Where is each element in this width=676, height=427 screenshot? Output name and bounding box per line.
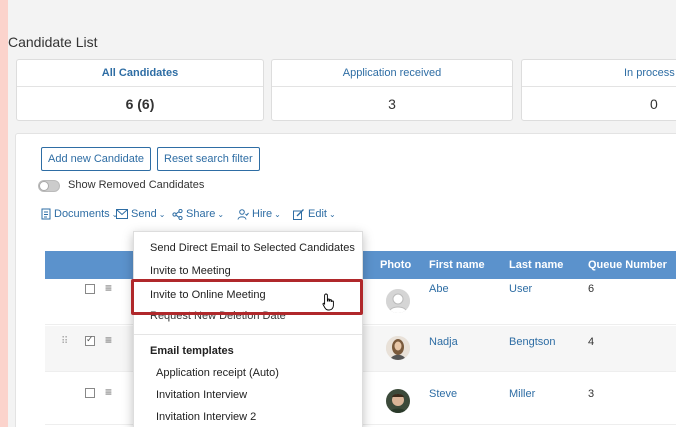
column-header-first-name[interactable]: First name bbox=[429, 259, 485, 271]
default-avatar-icon bbox=[386, 289, 410, 313]
stat-value: 6 (6) bbox=[125, 96, 155, 112]
first-name-cell[interactable]: Steve bbox=[429, 388, 457, 400]
row-menu-icon[interactable]: ≡ bbox=[105, 333, 112, 347]
queue-number-cell: 4 bbox=[588, 336, 595, 348]
app-frame: Candidate List All Candidates 6 (6) Appl… bbox=[8, 0, 676, 427]
document-icon bbox=[41, 208, 51, 220]
photo-avatar-icon bbox=[386, 336, 410, 360]
stat-card-all-candidates[interactable]: All Candidates 6 (6) bbox=[16, 59, 264, 121]
hire-label: Hire bbox=[252, 208, 273, 220]
send-menu[interactable]: Send ⌄ bbox=[116, 208, 165, 220]
documents-label: Documents bbox=[54, 208, 110, 220]
chevron-down-icon: ⌄ bbox=[328, 209, 336, 219]
toggle-knob bbox=[39, 181, 49, 191]
menu-item-send-direct-email[interactable]: Send Direct Email to Selected Candidates bbox=[150, 242, 355, 254]
stat-value: 3 bbox=[388, 96, 396, 112]
email-templates-header: Email templates bbox=[150, 345, 234, 357]
column-header-last-name[interactable]: Last name bbox=[509, 259, 563, 271]
hand-cursor-icon bbox=[322, 293, 334, 311]
send-label: Send bbox=[131, 208, 157, 220]
stat-card-in-process[interactable]: In process 0 bbox=[521, 59, 676, 121]
edit-menu[interactable]: Edit ⌄ bbox=[293, 208, 336, 220]
row-menu-icon[interactable]: ≡ bbox=[105, 385, 112, 399]
first-name-cell[interactable]: Nadja bbox=[429, 336, 458, 348]
last-name-cell[interactable]: User bbox=[509, 283, 532, 295]
user-icon bbox=[237, 208, 249, 220]
page-title: Candidate List bbox=[8, 34, 98, 50]
queue-number-cell: 6 bbox=[588, 283, 595, 295]
menu-item-invite-to-meeting[interactable]: Invite to Meeting bbox=[150, 265, 231, 277]
stat-card-application-received[interactable]: Application received 3 bbox=[271, 59, 513, 121]
photo-avatar-icon bbox=[386, 389, 410, 413]
row-menu-icon[interactable]: ≡ bbox=[105, 281, 112, 295]
add-new-candidate-button[interactable]: Add new Candidate bbox=[41, 147, 152, 171]
last-name-cell[interactable]: Bengtson bbox=[509, 336, 555, 348]
avatar bbox=[386, 289, 410, 313]
last-name-cell[interactable]: Miller bbox=[509, 388, 535, 400]
first-name-cell[interactable]: Abe bbox=[429, 283, 449, 295]
avatar bbox=[386, 389, 410, 413]
edit-label: Edit bbox=[308, 208, 327, 220]
chevron-down-icon: ⌄ bbox=[158, 209, 166, 219]
chevron-down-icon: ⌄ bbox=[274, 209, 281, 219]
show-removed-label: Show Removed Candidates bbox=[68, 179, 205, 191]
row-checkbox[interactable] bbox=[85, 334, 95, 346]
stat-label: In process bbox=[522, 60, 676, 87]
stat-value: 0 bbox=[650, 96, 658, 112]
send-dropdown-menu: Send Direct Email to Selected Candidates… bbox=[133, 231, 363, 427]
share-label: Share bbox=[186, 208, 216, 220]
show-removed-toggle[interactable] bbox=[38, 180, 60, 192]
menu-item-template[interactable]: Application receipt (Auto) bbox=[156, 367, 279, 379]
menu-item-template[interactable]: Invitation Interview bbox=[156, 389, 247, 401]
drag-handle-icon[interactable]: ⠿ bbox=[61, 336, 68, 347]
envelope-icon bbox=[116, 209, 128, 219]
menu-item-template[interactable]: Invitation Interview 2 bbox=[156, 411, 256, 423]
column-header-queue-number[interactable]: Queue Number bbox=[588, 259, 667, 271]
chevron-down-icon: ⌄ bbox=[217, 209, 225, 219]
row-checkbox[interactable] bbox=[85, 284, 95, 294]
share-menu[interactable]: Share ⌄ bbox=[172, 208, 224, 220]
hire-menu[interactable]: Hire ⌄ bbox=[237, 208, 281, 220]
stat-label: All Candidates bbox=[17, 60, 263, 87]
reset-search-filter-button[interactable]: Reset search filter bbox=[157, 147, 260, 171]
documents-menu[interactable]: Documents ⌄ bbox=[41, 208, 118, 220]
stat-label: Application received bbox=[272, 60, 512, 87]
avatar bbox=[386, 336, 410, 360]
menu-divider bbox=[134, 334, 362, 335]
queue-number-cell: 3 bbox=[588, 388, 595, 400]
row-checkbox[interactable] bbox=[85, 388, 95, 398]
share-icon bbox=[172, 208, 183, 220]
edit-icon bbox=[293, 208, 304, 220]
column-header-photo[interactable]: Photo bbox=[380, 259, 411, 271]
